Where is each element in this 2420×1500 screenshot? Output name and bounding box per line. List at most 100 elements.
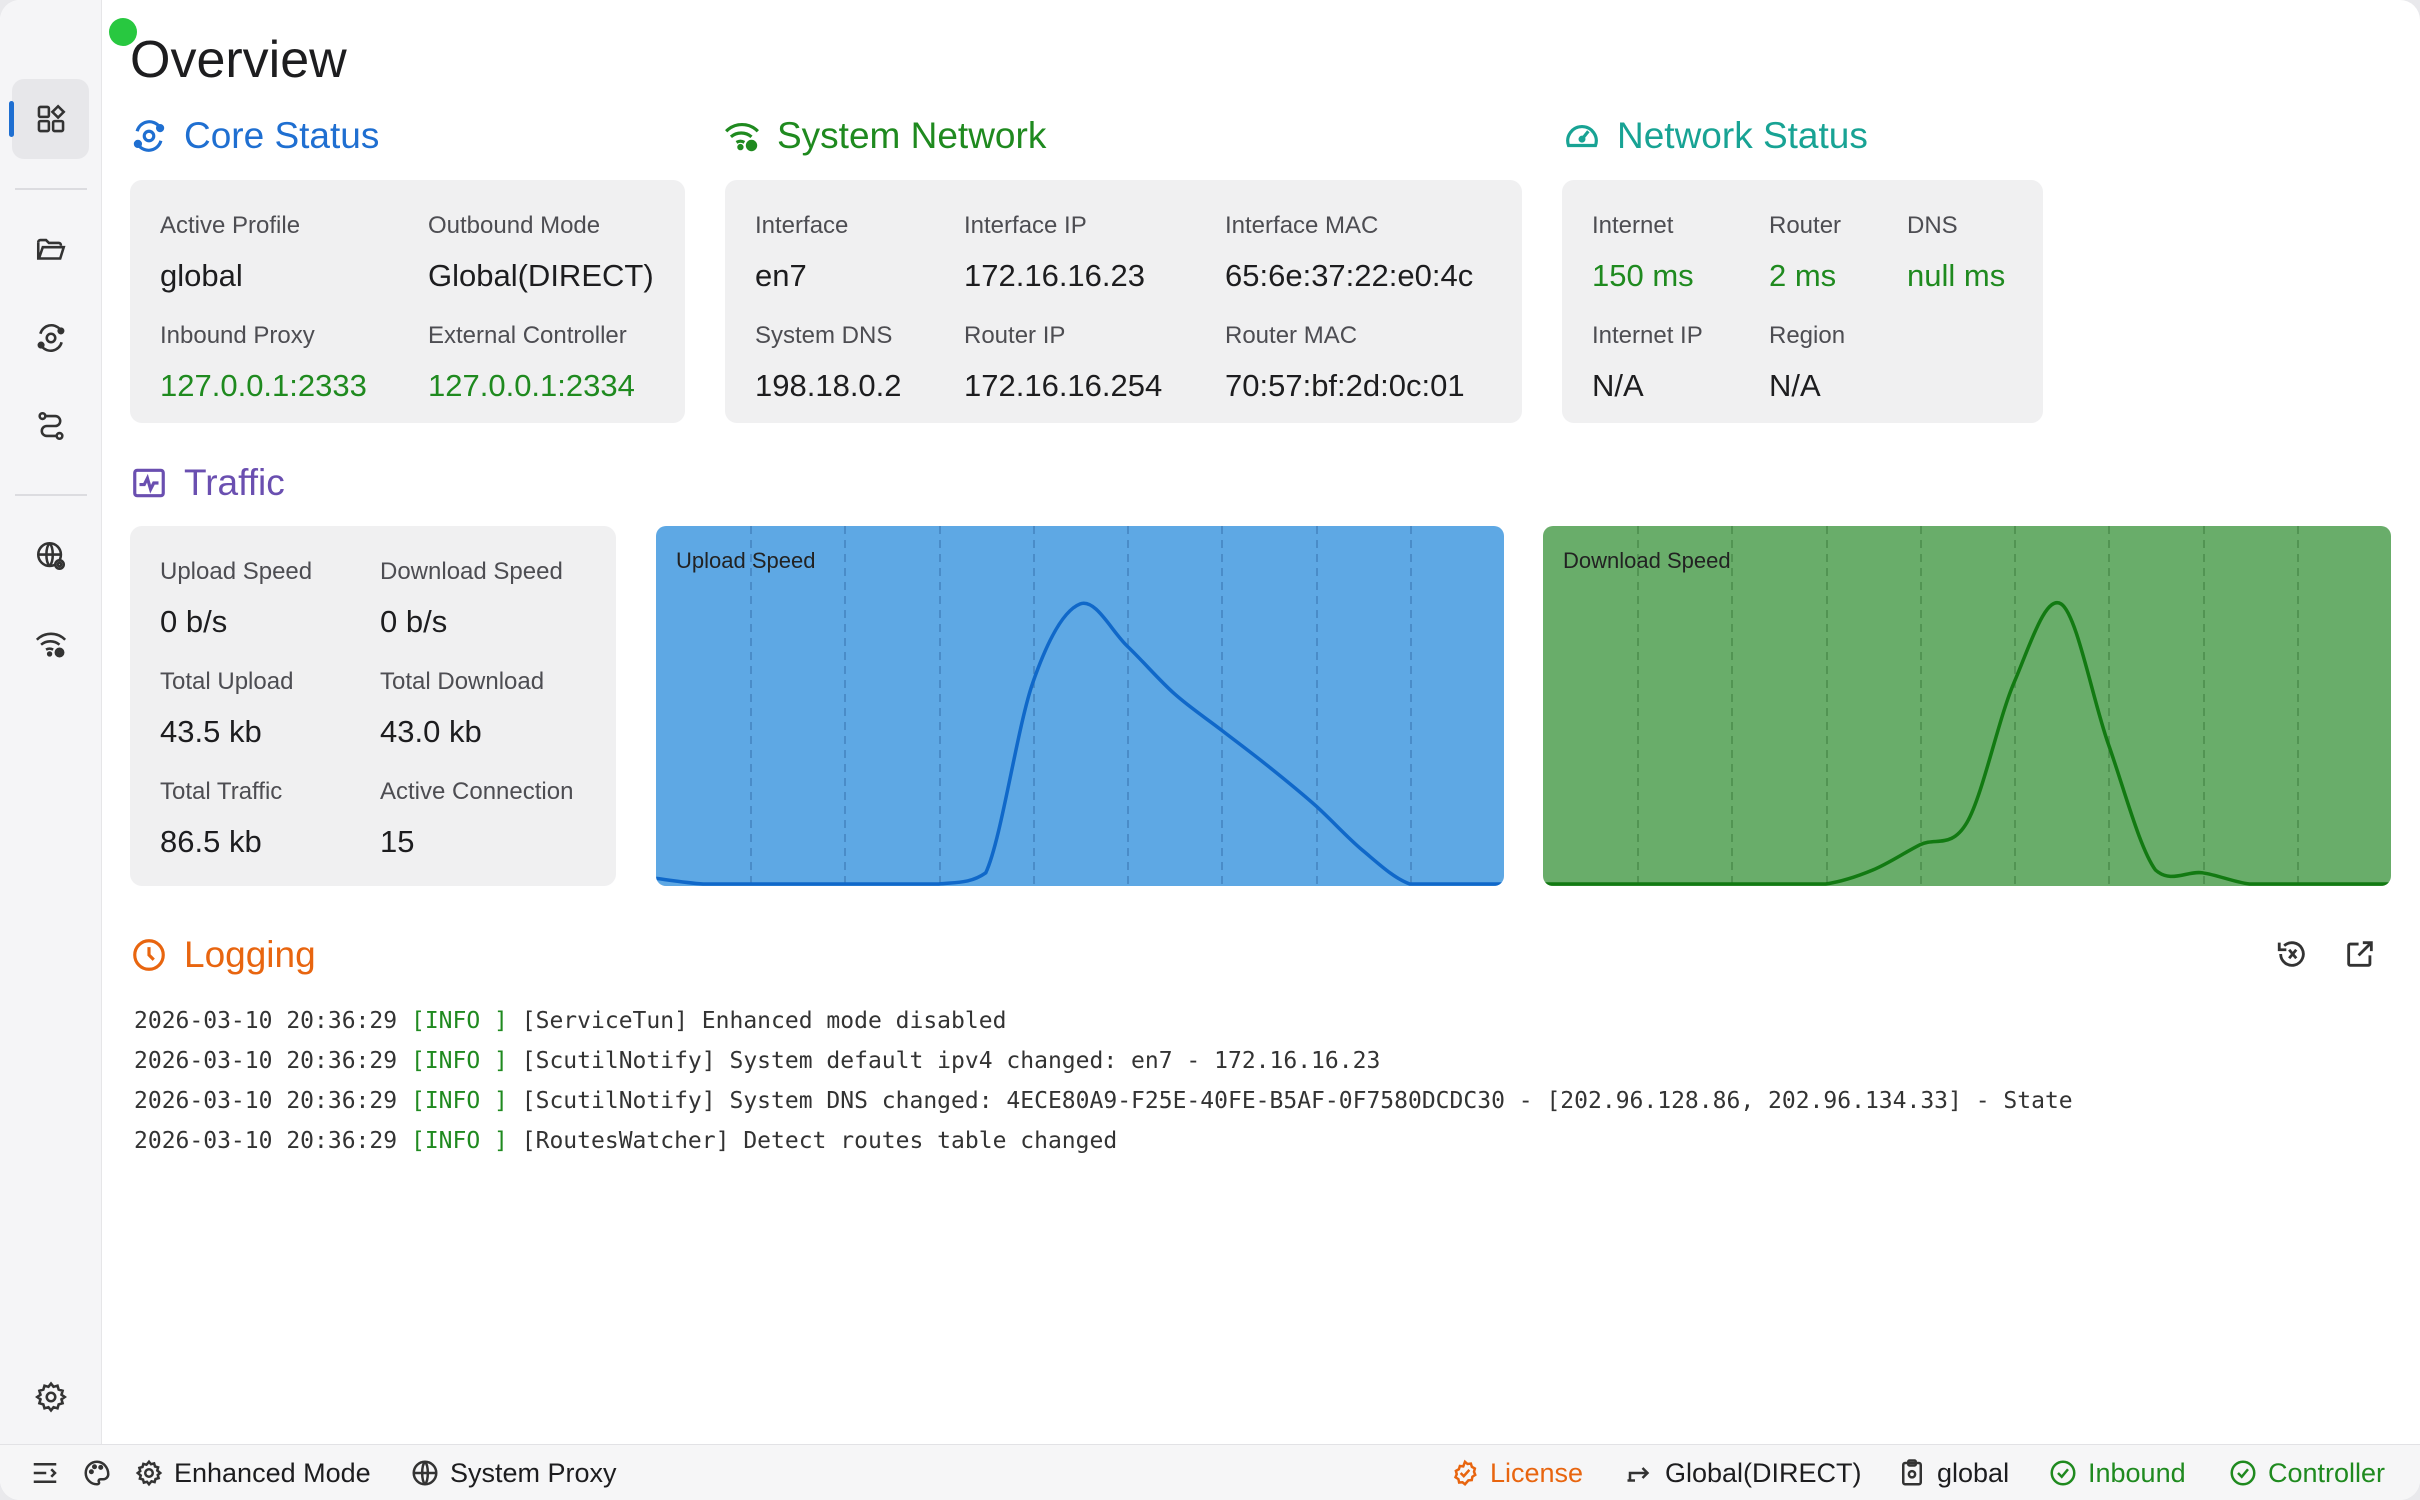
controller-status[interactable]: Controller	[2228, 1445, 2385, 1500]
field-label: Interface MAC	[1225, 212, 1379, 239]
controller-label: Controller	[2268, 1457, 2386, 1488]
section-title-text: Core Status	[184, 115, 380, 156]
license-button[interactable]: License	[1450, 1445, 1583, 1500]
system-dns-field: System DNS 198.18.0.2	[755, 322, 902, 404]
theme-button[interactable]	[82, 1445, 112, 1500]
clock-icon	[133, 939, 165, 971]
orbit-icon	[37, 324, 64, 352]
field-value: 0 b/s	[380, 604, 448, 639]
inbound-status[interactable]: Inbound	[2048, 1445, 2186, 1500]
traffic-card: Upload Speed 0 b/s Download Speed 0 b/s …	[130, 526, 616, 886]
profile-button[interactable]: global	[1897, 1445, 2009, 1500]
internet-latency-field: Internet 150 ms	[1592, 212, 1694, 294]
field-label: Total Download	[380, 668, 545, 695]
open-logs-button[interactable]	[2340, 934, 2380, 974]
status-bar: Enhanced Mode System Proxy License Globa…	[0, 1444, 2420, 1500]
wifi-gear-icon	[725, 123, 759, 152]
system-proxy-label: System Proxy	[450, 1457, 617, 1488]
folder-icon	[36, 238, 65, 260]
log-timestamp: 2026-03-10 20:36:29	[134, 1008, 398, 1034]
page-title: Overview	[130, 31, 347, 89]
outbound-mode-field: Outbound Mode Global(DIRECT)	[428, 212, 654, 294]
field-value: 172.16.16.23	[964, 258, 1146, 293]
field-label: Upload Speed	[160, 558, 313, 585]
sidebar-item-rules[interactable]	[12, 386, 89, 466]
profile-label: global	[1937, 1457, 2010, 1488]
field-label: Total Upload	[160, 668, 294, 695]
field-label: Inbound Proxy	[160, 322, 315, 349]
router-mac-field: Router MAC 70:57:bf:2d:0c:01	[1225, 322, 1465, 404]
log-message: [RoutesWatcher] Detect routes table chan…	[521, 1128, 1118, 1154]
sidebar-item-settings[interactable]	[12, 1357, 89, 1437]
system-network-title: System Network	[723, 115, 1046, 157]
field-label: Internet IP	[1592, 322, 1703, 349]
field-label: External Controller	[428, 322, 627, 349]
chart-title: Upload Speed	[676, 548, 816, 573]
field-value: 198.18.0.2	[755, 368, 902, 403]
section-title-text: Traffic	[184, 462, 285, 503]
inbound-label: Inbound	[2088, 1457, 2186, 1488]
sidebar-divider	[15, 188, 87, 190]
field-label: Interface	[755, 212, 849, 239]
upload-speed-chart: Upload Speed	[656, 526, 1504, 886]
history-icon	[2277, 941, 2305, 967]
sidebar	[0, 0, 102, 1444]
field-value: 65:6e:37:22:e0:4c	[1225, 258, 1474, 293]
log-level: [INFO ]	[410, 1008, 508, 1034]
route-icon	[37, 411, 64, 441]
clipboard-gear-icon	[1902, 1459, 1922, 1486]
field-value: N/A	[1769, 368, 1821, 403]
route-arrow-icon	[1627, 1467, 1650, 1482]
logging-toolbar	[2272, 934, 2380, 974]
log-level: [INFO ]	[410, 1128, 508, 1154]
outbound-mode-button[interactable]: Global(DIRECT)	[1625, 1445, 1862, 1500]
speedometer-icon	[1566, 124, 1598, 148]
log-level: [INFO ]	[410, 1088, 508, 1114]
field-value: Global(DIRECT)	[428, 258, 654, 293]
log-timestamp: 2026-03-10 20:36:29	[134, 1088, 398, 1114]
section-title-text: System Network	[777, 115, 1047, 156]
sidebar-item-network[interactable]	[12, 516, 89, 596]
field-value: N/A	[1592, 368, 1644, 403]
outbound-mode-label: Global(DIRECT)	[1665, 1457, 1862, 1488]
field-value: 86.5 kb	[160, 824, 262, 859]
log-list: 2026-03-10 20:36:29 [INFO ] [ServiceTun]…	[134, 1005, 2073, 1165]
check-circle-icon	[2050, 1460, 2076, 1486]
orbit-icon	[133, 120, 165, 152]
inbound-proxy-field: Inbound Proxy 127.0.0.1:2333	[160, 322, 367, 404]
field-value: 43.5 kb	[160, 714, 262, 749]
sidebar-item-connections[interactable]	[12, 298, 89, 378]
toggle-sidebar-button[interactable]	[30, 1445, 60, 1500]
field-value: 150 ms	[1592, 258, 1694, 293]
log-level: [INFO ]	[410, 1048, 508, 1074]
main-content: Overview Core Status Active Profile glob…	[103, 0, 2420, 1444]
clear-logs-button[interactable]	[2272, 934, 2312, 974]
sidebar-item-overview[interactable]	[9, 79, 89, 159]
dns-latency-field: DNS null ms	[1907, 212, 2005, 294]
log-line: 2026-03-10 20:36:29 [INFO ] [ScutilNotif…	[134, 1085, 2073, 1125]
log-message: [ServiceTun] Enhanced mode disabled	[521, 1008, 1007, 1034]
log-message: [ScutilNotify] System default ipv4 chang…	[521, 1048, 1381, 1074]
chart-background	[656, 526, 1504, 886]
sidebar-divider	[15, 494, 87, 496]
traffic-title: Traffic	[130, 462, 285, 504]
field-label: Region	[1769, 322, 1846, 349]
network-status-title: Network Status	[1563, 115, 1868, 157]
chart-title: Download Speed	[1563, 548, 1731, 573]
log-line: 2026-03-10 20:36:29 [INFO ] [RoutesWatch…	[134, 1125, 2073, 1165]
section-title-text: Network Status	[1617, 115, 1868, 156]
field-label: Router IP	[964, 322, 1066, 349]
region-field: Region N/A	[1769, 322, 1845, 404]
sidebar-item-wifi[interactable]	[12, 604, 89, 684]
license-label: License	[1490, 1457, 1584, 1488]
field-label: Internet	[1592, 212, 1674, 239]
interface-ip-field: Interface IP 172.16.16.23	[964, 212, 1145, 294]
system-proxy-toggle[interactable]: System Proxy	[410, 1445, 617, 1500]
field-label: Router MAC	[1225, 322, 1358, 349]
upload-chart-svg	[656, 526, 1504, 886]
core-status-card: Active Profile global Outbound Mode Glob…	[130, 180, 685, 423]
total-upload-field: Total Upload 43.5 kb	[160, 668, 293, 750]
sidebar-item-profiles[interactable]	[12, 210, 89, 290]
enhanced-mode-toggle[interactable]: Enhanced Mode	[134, 1445, 371, 1500]
log-line: 2026-03-10 20:36:29 [INFO ] [ServiceTun]…	[134, 1005, 2073, 1045]
